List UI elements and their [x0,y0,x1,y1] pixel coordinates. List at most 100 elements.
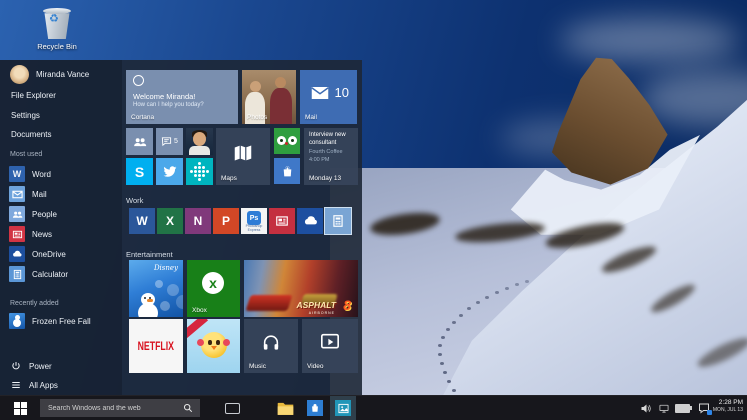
cortana-greeting: Welcome Miranda! [133,92,196,101]
chick-headphone [197,339,204,346]
tile-onedrive[interactable] [297,208,323,234]
twitter-bird-icon [163,165,176,177]
all-apps-button[interactable]: All Apps [11,380,58,390]
network-button[interactable] [656,396,672,420]
tile-video[interactable]: Video [302,319,358,373]
tile-cortana[interactable]: Welcome Miranda! How can I help you toda… [126,70,238,124]
action-center-button[interactable] [694,396,714,420]
tile-skype[interactable]: S [126,158,153,185]
battery-button[interactable] [672,396,692,420]
photo-face [250,81,261,92]
tile-store[interactable] [274,158,300,184]
sidebar-item-label: OneDrive [32,249,66,259]
photoshop-caption: Photoshop Express [245,224,263,232]
footprints-in-snow [0,0,4,3]
search-icon [183,403,193,413]
tile-xbox[interactable]: x Xbox [187,260,240,317]
tile-photos[interactable]: Photos [242,70,296,124]
windows-desktop: ♻ Recycle Bin Miranda Vance File Explore… [0,0,747,420]
sidebar-item-frozen-free-fall[interactable]: Frozen Free Fall [9,313,91,329]
sidebar-item-label: People [32,209,57,219]
power-button[interactable]: Power [11,361,52,371]
task-view-button[interactable] [220,396,244,420]
avatar [10,65,29,84]
sidebar-item-label: Frozen Free Fall [32,316,91,326]
asphalt-number: 8 [343,297,351,313]
sidebar-item-onedrive[interactable]: OneDrive [9,246,66,262]
taskbar-photos-active[interactable] [330,396,356,420]
skype-icon: S [134,163,145,180]
start-button[interactable] [0,396,40,420]
sidebar-item-file-explorer[interactable]: File Explorer [11,91,56,100]
tile-music[interactable]: Music [244,319,298,373]
tile-mail[interactable]: 10 Mail [300,70,357,124]
tile-word[interactable]: W [129,208,155,234]
store-bag-icon [283,165,291,176]
network-icon [659,404,669,413]
sidebar-item-calculator[interactable]: Calculator [9,266,68,282]
sidebar-item-label: Word [32,169,51,179]
tile-onenote[interactable]: N [185,208,211,234]
video-play-icon [302,319,358,365]
volume-button[interactable] [637,396,655,420]
sidebar-item-people[interactable]: People [9,206,57,222]
tile-frozen-free-fall[interactable]: Disney [129,260,183,317]
tile-asphalt-8[interactable]: ASPHALT 8 AIRBORNE [244,260,358,317]
volume-icon [641,404,651,412]
netflix-wordmark: NETFLIX [137,338,175,354]
cloud [560,18,740,62]
taskbar-store[interactable] [302,396,328,420]
dots-grid-icon [198,170,201,173]
cortana-question: How can I help you today? [133,102,204,108]
battery-icon [674,403,692,413]
people-icon [9,206,25,222]
user-name: Miranda Vance [36,70,90,79]
search-input[interactable] [40,404,183,412]
tile-people[interactable] [126,128,153,155]
photos-app-icon [335,400,351,416]
sidebar-item-word[interactable]: W Word [9,166,51,182]
word-icon: W [136,214,148,228]
sidebar-item-news[interactable]: News [9,226,52,242]
onenote-icon: N [193,214,203,228]
taskbar-search[interactable] [40,399,200,417]
tile-tripadvisor[interactable] [274,128,300,154]
tile-photoshop-express[interactable]: Ps Photoshop Express [241,208,267,234]
calendar-event-time: 4:00 PM [309,157,330,163]
tile-app-dots[interactable] [186,158,213,185]
frozen-free-fall-icon [9,313,25,329]
sidebar-item-documents[interactable]: Documents [11,130,51,139]
tile-powerpoint[interactable]: P [213,208,239,234]
tile-news[interactable] [269,208,295,234]
power-label: Power [29,361,52,371]
tile-label: Cortana [131,114,155,121]
tile-excel[interactable]: X [157,208,183,234]
tile-label: Music [249,363,266,370]
photo-face [275,77,286,88]
store-bag-icon [307,400,323,416]
tile-contact-photo[interactable] [186,128,213,155]
onedrive-icon [304,215,317,224]
word-icon: W [9,166,25,182]
race-car [245,295,293,311]
asphalt-subtitle: AIRBORNE [308,311,335,315]
contact-shirt [189,146,210,155]
news-icon [9,226,25,242]
recycle-symbol-icon: ♻ [49,13,59,25]
tile-label: Photos [247,114,268,121]
tile-calculator[interactable] [324,207,352,235]
tile-maps[interactable]: Maps [216,128,270,185]
taskbar-clock[interactable]: 2:28 PM MON, JUL 13 [713,399,743,414]
user-profile[interactable]: Miranda Vance [10,65,89,84]
taskbar-file-explorer[interactable] [272,396,298,420]
mail-unread-count: 10 [334,85,349,100]
tile-calendar[interactable]: Interview new consultant Fourth Coffee 4… [304,128,358,185]
tile-chick-game[interactable] [187,319,240,373]
sidebar-item-mail[interactable]: Mail [9,186,47,202]
sidebar-item-settings[interactable]: Settings [11,111,40,120]
tile-messaging[interactable]: 5 [156,128,183,155]
excel-icon: X [165,214,174,228]
tile-netflix[interactable]: NETFLIX [129,319,183,373]
tile-twitter[interactable] [156,158,183,185]
sidebar-item-label: Documents [11,130,52,139]
